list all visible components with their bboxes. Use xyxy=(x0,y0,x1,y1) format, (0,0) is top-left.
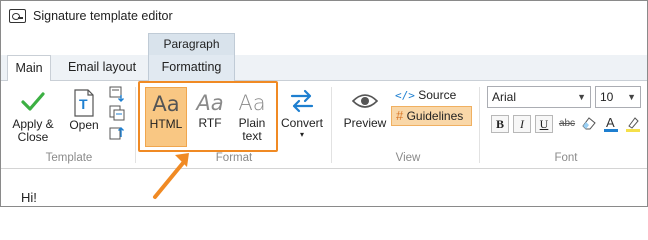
template-group-label: Template xyxy=(45,152,93,164)
convert-arrows-icon xyxy=(290,89,314,113)
underline-button[interactable]: U xyxy=(535,115,553,133)
preview-label: Preview xyxy=(343,116,387,130)
export-template-icon xyxy=(109,127,124,140)
font-group-label: Font xyxy=(554,152,578,164)
open-label: Open xyxy=(69,118,99,132)
tab-formatting[interactable]: Formatting xyxy=(148,55,235,81)
guidelines-label: Guidelines xyxy=(406,109,464,123)
paragraph-context-group: Paragraph xyxy=(148,33,235,55)
tab-email-layout[interactable]: Email layout xyxy=(59,55,145,81)
font-size-value: 10 xyxy=(600,90,614,104)
save-template-icon xyxy=(109,86,124,102)
convert-label: Convert xyxy=(280,116,324,130)
eraser-icon xyxy=(582,117,596,130)
svg-text:T: T xyxy=(79,96,88,112)
format-group-label: Format xyxy=(215,152,253,164)
source-label: Source xyxy=(418,88,457,102)
source-code-icon: </> xyxy=(395,89,415,102)
font-family-select[interactable]: Arial ▼ xyxy=(487,86,591,108)
tab-main[interactable]: Main xyxy=(7,55,51,82)
signature-app-icon xyxy=(9,9,26,23)
preview-button[interactable]: Preview xyxy=(341,91,389,130)
bold-button[interactable]: B xyxy=(491,115,509,133)
signature-editor-area[interactable]: Hi! xyxy=(1,170,647,206)
editor-content: Hi! xyxy=(21,190,37,205)
chevron-down-icon: ▼ xyxy=(627,92,636,102)
convert-button[interactable]: Convert ▾ xyxy=(279,89,325,140)
font-color-button[interactable]: A xyxy=(601,115,621,135)
separator xyxy=(479,87,480,163)
annotation-arrow-icon xyxy=(153,153,189,199)
convert-dropdown-icon: ▾ xyxy=(299,130,304,139)
font-color-icon: A xyxy=(604,115,618,132)
guidelines-toggle[interactable]: # Guidelines xyxy=(391,106,472,126)
font-family-value: Arial xyxy=(492,90,517,104)
view-group-label: View xyxy=(395,152,421,164)
title-bar: Signature template editor xyxy=(1,1,647,32)
source-button[interactable]: </> Source xyxy=(391,86,460,106)
open-template-icon: T xyxy=(74,89,94,117)
italic-button[interactable]: I xyxy=(513,115,531,133)
highlight-color-button[interactable] xyxy=(623,115,643,135)
open-button[interactable]: T Open xyxy=(65,89,103,132)
editor-window: Signature template editor Paragraph Main… xyxy=(0,0,648,207)
separator xyxy=(331,87,332,163)
strikethrough-button[interactable]: abc xyxy=(557,115,577,135)
save-template-button[interactable] xyxy=(107,86,127,104)
eye-icon xyxy=(352,94,378,108)
chevron-down-icon: ▼ xyxy=(577,92,586,102)
guidelines-grid-icon: # xyxy=(396,108,404,123)
svg-text:A: A xyxy=(606,115,615,130)
font-size-select[interactable]: 10 ▼ xyxy=(595,86,641,108)
ribbon-tab-row: Main Email layout Formatting xyxy=(1,55,647,82)
highlight-marker-icon xyxy=(626,117,640,132)
separator xyxy=(135,87,136,163)
copy-template-icon xyxy=(109,105,125,121)
checkmark-icon xyxy=(21,92,45,111)
window-title: Signature template editor xyxy=(33,9,173,23)
clear-format-button[interactable] xyxy=(579,115,599,135)
format-highlight-box xyxy=(138,81,278,152)
export-template-button[interactable] xyxy=(107,125,127,143)
apply-close-label-2: Close xyxy=(17,130,49,144)
apply-close-button[interactable]: Apply & Close xyxy=(9,89,57,144)
copy-template-button[interactable] xyxy=(107,105,127,123)
